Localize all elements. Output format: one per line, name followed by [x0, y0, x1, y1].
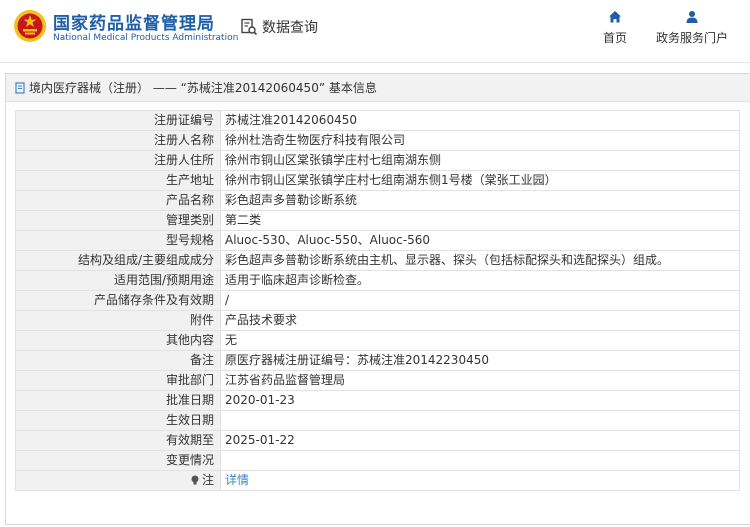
- table-row: 产品名称 彩色超声多普勒诊断系统: [15, 190, 740, 211]
- row-label: 备注: [15, 350, 221, 371]
- row-label: 注册人住所: [15, 150, 221, 171]
- data-query-label: 数据查询: [262, 20, 318, 36]
- table-row: 生产地址 徐州市铜山区棠张镇学庄村七组南湖东侧1号楼（棠张工业园）: [15, 170, 740, 191]
- table-row: 适用范围/预期用途 适用于临床超声诊断检查。: [15, 270, 740, 291]
- note-label: 注: [201, 473, 214, 487]
- panel-title: 境内医疗器械（注册） —— “苏械注准20142060450” 基本信息: [29, 81, 377, 95]
- home-icon: [609, 11, 621, 23]
- table-row: 型号规格 Aluoc-530、Aluoc-550、Aluoc-560: [15, 230, 740, 251]
- note-row: 注详情: [15, 470, 740, 491]
- row-label: 产品储存条件及有效期: [15, 290, 221, 311]
- table-row: 备注 原医疗器械注册证编号：苏械注准20142230450: [15, 350, 740, 371]
- row-label: 生产地址: [15, 170, 221, 191]
- row-label: 型号规格: [15, 230, 221, 251]
- row-label: 管理类别: [15, 210, 221, 231]
- row-value: 徐州杜浩奇生物医疗科技有限公司: [220, 130, 740, 151]
- details-link[interactable]: 详情: [225, 473, 249, 487]
- nav-gov-services[interactable]: 政务服务门户: [656, 10, 728, 46]
- row-label: 变更情况: [15, 450, 221, 471]
- row-label: 审批部门: [15, 370, 221, 391]
- row-value: [220, 410, 740, 431]
- brand-name-en: National Medical Products Administration: [53, 33, 239, 43]
- site-header: 国家药品监督管理局 National Medical Products Admi…: [0, 0, 750, 63]
- row-label: 生效日期: [15, 410, 221, 431]
- row-value: /: [220, 290, 740, 311]
- row-value: 彩色超声多普勒诊断系统: [220, 190, 740, 211]
- nav-home[interactable]: 首页: [603, 10, 627, 46]
- row-label: 适用范围/预期用途: [15, 270, 221, 291]
- table-row: 附件 产品技术要求: [15, 310, 740, 331]
- table-row: 批准日期 2020-01-23: [15, 390, 740, 411]
- table-row: 审批部门 江苏省药品监督管理局: [15, 370, 740, 391]
- row-value: 彩色超声多普勒诊断系统由主机、显示器、探头（包括标配探头和选配探头）组成。: [220, 250, 740, 271]
- row-value: 江苏省药品监督管理局: [220, 370, 740, 391]
- row-value: 无: [220, 330, 740, 351]
- row-label: 其他内容: [15, 330, 221, 351]
- row-value: 徐州市铜山区棠张镇学庄村七组南湖东侧: [220, 150, 740, 171]
- row-label: 有效期至: [15, 430, 221, 451]
- table-row: 注册人住所 徐州市铜山区棠张镇学庄村七组南湖东侧: [15, 150, 740, 171]
- row-value: 第二类: [220, 210, 740, 231]
- row-label: 注册人名称: [15, 130, 221, 151]
- national-emblem-icon: [14, 10, 46, 42]
- lightbulb-icon: [191, 475, 199, 485]
- table-row: 其他内容无: [15, 330, 740, 351]
- table-row: 注册人名称 徐州杜浩奇生物医疗科技有限公司: [15, 130, 740, 151]
- row-value: 适用于临床超声诊断检查。: [220, 270, 740, 291]
- table-row: 有效期至 2025-01-22: [15, 430, 740, 451]
- row-label: 产品名称: [15, 190, 221, 211]
- note-value-cell: 详情: [220, 470, 740, 491]
- row-value: 徐州市铜山区棠张镇学庄村七组南湖东侧1号楼（棠张工业园）: [220, 170, 740, 191]
- data-query-link[interactable]: 数据查询: [240, 17, 318, 37]
- table-row: 结构及组成/主要组成成分 彩色超声多普勒诊断系统由主机、显示器、探头（包括标配探头…: [15, 250, 740, 271]
- detail-panel: 境内医疗器械（注册） —— “苏械注准20142060450” 基本信息 注册证…: [5, 73, 750, 525]
- document-icon: [15, 81, 25, 94]
- user-icon: [686, 11, 698, 23]
- registration-info-table: 注册证编号 苏械注准20142060450 注册人名称 徐州杜浩奇生物医疗科技有限公司…: [15, 110, 740, 491]
- panel-title-bar: 境内医疗器械（注册） —— “苏械注准20142060450” 基本信息: [6, 74, 750, 102]
- nav-gov-services-label: 政务服务门户: [656, 31, 729, 45]
- row-value: [220, 450, 740, 471]
- brand-name-cn: 国家药品监督管理局: [53, 14, 215, 34]
- document-search-icon: [241, 18, 258, 36]
- table-row: 变更情况: [15, 450, 740, 471]
- row-value: 原医疗器械注册证编号：苏械注准20142230450: [220, 350, 740, 371]
- row-value: 2025-01-22: [220, 430, 740, 451]
- row-label: 注册证编号: [15, 110, 221, 131]
- table-row: 注册证编号 苏械注准20142060450: [15, 110, 740, 131]
- row-label: 结构及组成/主要组成成分: [15, 250, 221, 271]
- row-value: Aluoc-530、Aluoc-550、Aluoc-560: [220, 230, 740, 251]
- table-row: 产品储存条件及有效期 /: [15, 290, 740, 311]
- table-row: 生效日期: [15, 410, 740, 431]
- table-row: 管理类别 第二类: [15, 210, 740, 231]
- row-value: 产品技术要求: [220, 310, 740, 331]
- note-label-cell: 注: [15, 470, 221, 491]
- row-label: 批准日期: [15, 390, 221, 411]
- nav-home-label: 首页: [603, 31, 628, 45]
- row-value: 2020-01-23: [220, 390, 740, 411]
- row-value: 苏械注准20142060450: [220, 110, 740, 131]
- row-label: 附件: [15, 310, 221, 331]
